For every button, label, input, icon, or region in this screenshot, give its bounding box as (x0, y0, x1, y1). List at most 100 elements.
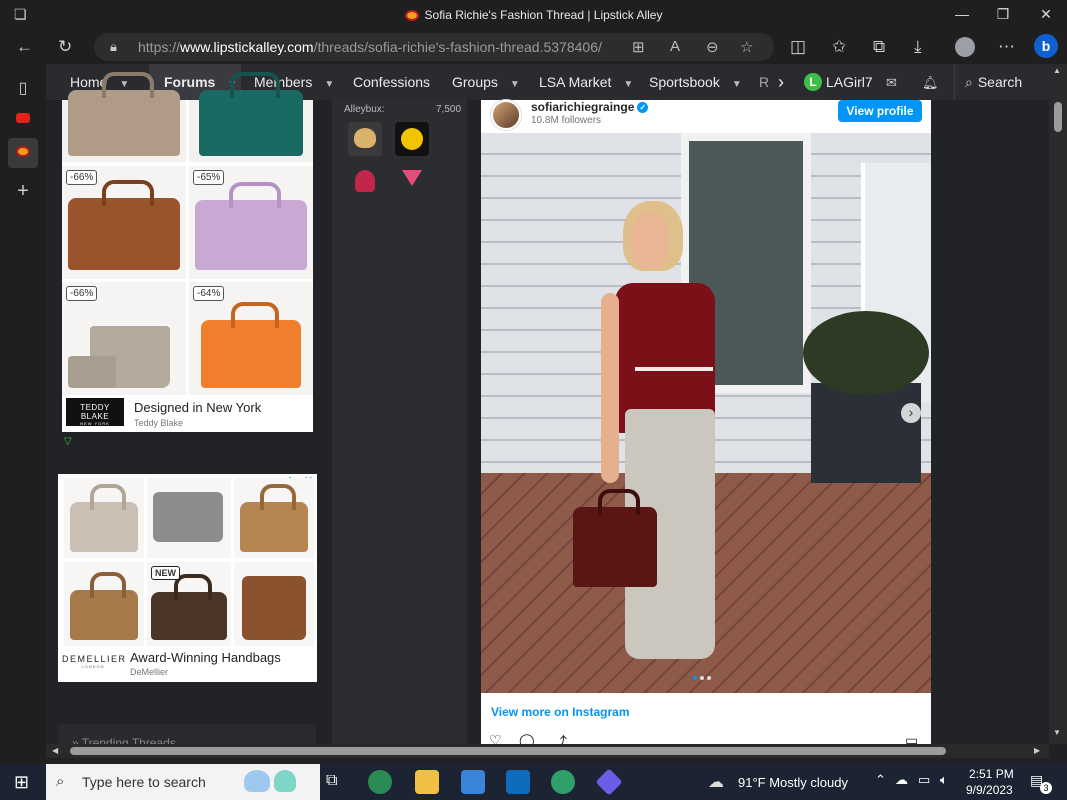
more-options-icon[interactable]: ⋯ (998, 37, 1015, 57)
ad-product-tile[interactable] (234, 478, 314, 558)
like-heart-icon[interactable]: ♡ (489, 732, 502, 744)
ad-product-tile[interactable] (62, 72, 186, 162)
clock-time[interactable]: 2:51 PM (969, 767, 1014, 781)
instagram-embed[interactable]: sofiarichiegrainge ✓ 10.8M followers View… (481, 100, 931, 744)
ad-headline[interactable]: Designed in New York (134, 400, 261, 415)
comment-icon[interactable]: ◯ (519, 732, 535, 744)
ad-product-tile[interactable]: -64% (189, 282, 313, 395)
collections-icon[interactable]: ⧉ (873, 37, 885, 57)
youtube-tab-icon[interactable] (8, 104, 38, 134)
next-image-arrow-icon[interactable]: › (901, 403, 921, 423)
nav-confessions[interactable]: Confessions (353, 64, 430, 100)
scroll-up-arrow-icon[interactable]: ▲ (1053, 66, 1061, 75)
scroll-down-arrow-icon[interactable]: ▼ (1053, 728, 1061, 737)
chevron-down-icon[interactable]: ▼ (324, 66, 334, 103)
downloads-icon[interactable]: ⤓ (914, 37, 922, 57)
file-explorer-icon[interactable] (415, 770, 439, 794)
favorites-icon[interactable]: ✩ (832, 37, 846, 57)
vertical-scrollbar[interactable]: ▲ ▼ (1049, 64, 1067, 744)
nav-lsa-market[interactable]: LSA Market ▼ (539, 64, 633, 100)
horizontal-scroll-thumb[interactable] (70, 747, 946, 755)
instagram-post-image[interactable]: › (481, 133, 931, 693)
search-button[interactable]: ⌕ Search (954, 64, 1049, 100)
chevron-down-icon[interactable]: ▼ (732, 66, 742, 103)
ad-product-tile[interactable] (189, 72, 313, 162)
zoom-icon[interactable]: ⊖ (706, 38, 719, 56)
nav-sportsbook[interactable]: Sportsbook ▼ (649, 64, 742, 100)
restore-button[interactable]: ❐ (988, 6, 1018, 23)
ad-product-tile[interactable]: -65% (189, 166, 313, 279)
power-automate-icon[interactable] (595, 768, 623, 796)
ad-product-tile[interactable]: -66% (62, 166, 186, 279)
split-screen-icon[interactable]: ◫ (790, 37, 806, 57)
horizontal-scrollbar[interactable]: ◀ ▶ (46, 744, 1049, 758)
view-profile-button[interactable]: View profile (838, 100, 922, 122)
share-icon[interactable]: ⤴ (553, 732, 567, 744)
chevron-down-icon[interactable]: ▼ (510, 66, 520, 103)
read-aloud-icon[interactable]: A (670, 38, 680, 55)
cupcake-icon[interactable] (348, 164, 382, 198)
ad-advertiser[interactable]: DeMellier (130, 667, 168, 677)
new-tab-icon[interactable]: + (8, 176, 38, 206)
close-button[interactable]: ✕ (1031, 6, 1061, 23)
vertical-tabs-icon[interactable]: ▯ (8, 74, 38, 104)
alerts-bell-icon[interactable]: 🔔︎ (922, 64, 939, 100)
cocktail-icon[interactable] (395, 164, 429, 198)
taskbar-search-box[interactable]: ⌕ Type here to search (46, 764, 320, 800)
nav-groups[interactable]: Groups ▼ (452, 64, 520, 100)
minimize-button[interactable]: — (947, 6, 977, 22)
messages-icon[interactable]: ✉ (886, 64, 897, 100)
ad-demellier[interactable]: ▷ ✕ NEW DEMELLIER LONDON Award-Winning H… (58, 474, 317, 682)
taskbar-search-placeholder[interactable]: Type here to search (82, 774, 206, 790)
bing-copilot-icon[interactable]: b (1034, 34, 1058, 58)
ad-product-tile[interactable] (64, 478, 144, 558)
ad-product-tile[interactable] (64, 562, 144, 646)
ad-product-tile[interactable] (234, 562, 314, 646)
ad-product-tile[interactable]: NEW (147, 562, 231, 646)
trending-threads-label[interactable]: » Trending Threads (72, 736, 176, 744)
edge-dev-icon[interactable] (551, 770, 575, 794)
ad-product-tile[interactable] (147, 478, 231, 558)
instagram-avatar[interactable] (491, 100, 521, 130)
ad-product-tile[interactable]: -66% (62, 282, 186, 395)
vertical-scroll-thumb[interactable] (1054, 102, 1062, 132)
windows-start-icon[interactable]: ⊞ (14, 772, 29, 793)
back-icon[interactable]: ← (16, 37, 33, 57)
chevron-down-icon[interactable]: ▼ (623, 66, 633, 103)
edge-taskbar-icon[interactable] (368, 770, 392, 794)
url-text[interactable]: https://www.lipstickalley.com/threads/so… (138, 39, 602, 55)
trophy-badge-icon[interactable] (395, 122, 429, 156)
refresh-icon[interactable]: ↻ (58, 37, 72, 57)
clock-date[interactable]: 9/9/2023 (966, 783, 1013, 797)
ad-choices-icon[interactable]: ▽ (64, 436, 72, 447)
ad-headline[interactable]: Award-Winning Handbags (130, 650, 281, 665)
mail-icon[interactable] (506, 770, 530, 794)
instagram-username[interactable]: sofiarichiegrainge ✓ (531, 100, 649, 114)
address-bar[interactable]: 🔒︎ https://www.lipstickalley.com/threads… (94, 33, 774, 61)
show-hidden-icons-icon[interactable]: ⌃ (875, 772, 886, 788)
weather-text[interactable]: 91°F Mostly cloudy (738, 775, 848, 790)
microsoft-store-icon[interactable] (461, 770, 485, 794)
view-more-on-instagram-link[interactable]: View more on Instagram (491, 705, 630, 719)
search-highlight-jellyfish-icon[interactable] (244, 766, 308, 798)
nav-scroll-right-icon[interactable]: › (778, 64, 784, 100)
task-view-icon[interactable]: ⧉ (326, 772, 337, 790)
scroll-left-arrow-icon[interactable]: ◀ (52, 746, 58, 755)
network-icon[interactable]: ▭ (918, 772, 930, 788)
trending-threads-header[interactable]: » Trending Threads (58, 724, 316, 744)
demellier-logo: DEMELLIER LONDON (62, 654, 127, 669)
ad-advertiser[interactable]: Teddy Blake (134, 418, 183, 428)
profile-avatar[interactable] (955, 37, 975, 57)
trophy-heart-icon[interactable] (348, 122, 382, 156)
volume-icon[interactable]: 🔈︎ (940, 772, 948, 788)
save-bookmark-icon[interactable]: ▭ (905, 732, 918, 744)
onedrive-cloud-icon[interactable]: ☁ (895, 772, 908, 788)
favorite-star-icon[interactable]: ☆ (740, 38, 753, 56)
discount-badge: -66% (66, 170, 98, 185)
lipstick-alley-tab-icon[interactable] (8, 138, 38, 168)
user-account-menu[interactable]: L LAGirl7 (804, 64, 873, 100)
nav-truncated-item[interactable]: R (759, 64, 769, 100)
app-available-icon[interactable]: ⊞ (632, 38, 645, 56)
scroll-right-arrow-icon[interactable]: ▶ (1034, 746, 1040, 755)
ad-teddy-blake[interactable]: -66% -65% -66% -64% TEDDY BLAKE NEW YORK… (62, 72, 313, 432)
